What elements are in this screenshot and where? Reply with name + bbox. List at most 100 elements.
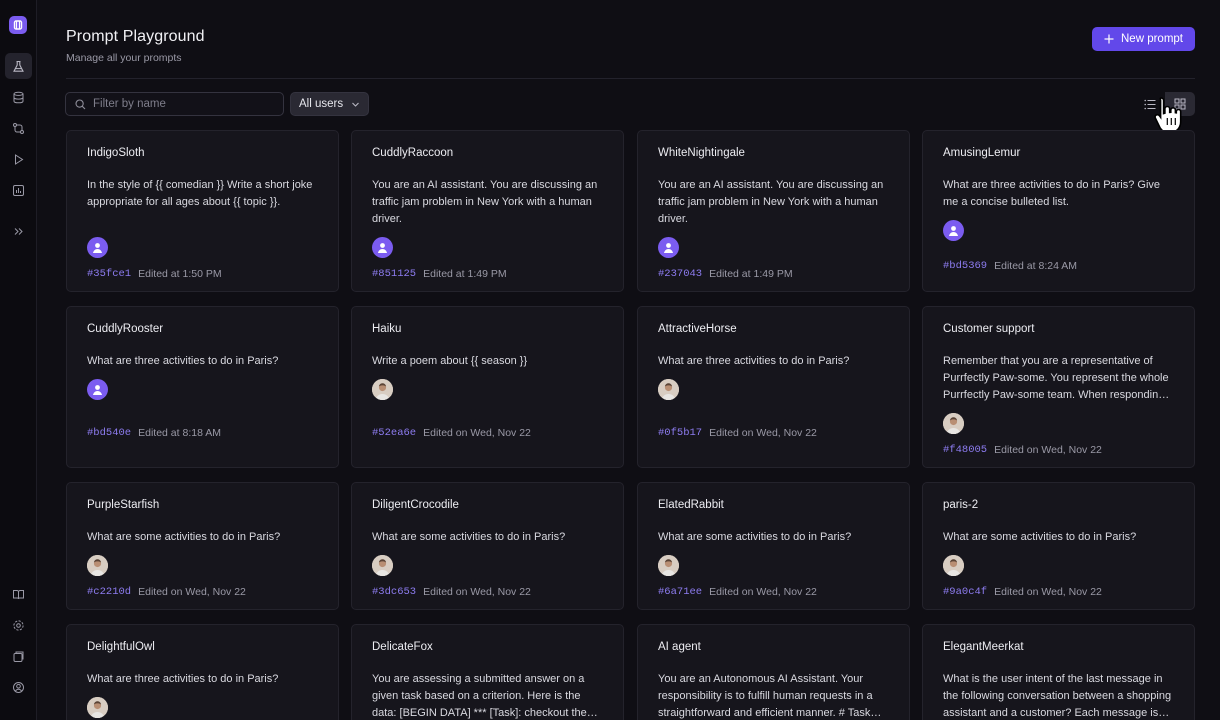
prompt-card[interactable]: CuddlyRaccoon You are an AI assistant. Y…: [351, 130, 624, 292]
prompt-meta: #3dc653 Edited on Wed, Nov 22: [372, 586, 531, 598]
prompt-card[interactable]: Customer support Remember that you are a…: [922, 306, 1195, 468]
user-icon: [378, 243, 387, 253]
prompt-card[interactable]: CuddlyRooster What are three activities …: [66, 306, 339, 468]
prompt-text: What are three activities to do in Paris…: [943, 179, 1161, 208]
edited-time: Edited on Wed, Nov 22: [138, 586, 246, 598]
search-icon: [75, 98, 86, 109]
prompt-name: Haiku: [372, 323, 402, 335]
sidebar-item-settings[interactable]: [5, 612, 32, 638]
prompt-name: AttractiveHorse: [658, 323, 737, 335]
search-box[interactable]: [65, 92, 284, 116]
prompt-hash: #bd540e: [87, 427, 132, 439]
avatar: [87, 697, 108, 718]
sidebar-expand[interactable]: [5, 218, 32, 244]
edited-time: Edited on Wed, Nov 22: [423, 586, 531, 598]
prompt-hash: #237043: [658, 268, 703, 280]
edited-time: Edited on Wed, Nov 22: [709, 586, 817, 598]
prompt-name: IndigoSloth: [87, 147, 145, 159]
avatar: [658, 555, 679, 576]
prompt-hash: #35fce1: [87, 268, 132, 280]
prompt-card[interactable]: Haiku Write a poem about {{ season }} #5…: [351, 306, 624, 468]
prompt-card[interactable]: DiligentCrocodile What are some activiti…: [351, 482, 624, 610]
prompt-text: Remember that you are a representative o…: [943, 355, 1169, 401]
avatar: [87, 379, 108, 400]
user-icon: [93, 243, 102, 253]
play-icon: [14, 153, 23, 165]
plus-icon: [1104, 34, 1114, 44]
sidebar-item-experiments[interactable]: [5, 115, 32, 141]
prompt-name: DiligentCrocodile: [372, 499, 459, 511]
prompt-hash: #0f5b17: [658, 427, 703, 439]
sidebar-item-account[interactable]: [5, 674, 32, 700]
prompt-meta: #bd5369 Edited at 8:24 AM: [943, 260, 1077, 272]
edited-time: Edited at 1:49 PM: [709, 268, 793, 280]
prompt-text: What are some activities to do in Paris?: [658, 531, 852, 543]
prompt-card[interactable]: AttractiveHorse What are three activitie…: [637, 306, 910, 468]
prompt-card[interactable]: IndigoSloth In the style of {{ comedian …: [66, 130, 339, 292]
avatar: [943, 220, 964, 241]
prompt-name: paris-2: [943, 499, 979, 511]
edited-time: Edited at 1:49 PM: [423, 268, 507, 280]
prompt-name: AmusingLemur: [943, 147, 1021, 159]
user-icon: [664, 243, 673, 253]
chevrons-right-icon: [14, 227, 23, 235]
sidebar-item-help[interactable]: [5, 643, 32, 669]
user-photo-icon: [372, 555, 393, 576]
edited-time: Edited on Wed, Nov 22: [994, 586, 1102, 598]
edited-time: Edited on Wed, Nov 22: [709, 427, 817, 439]
prompt-card[interactable]: AmusingLemur What are three activities t…: [922, 130, 1195, 292]
prompt-name: AI agent: [658, 641, 701, 653]
user-photo-icon: [943, 413, 964, 434]
prompt-text: What are some activities to do in Paris?: [87, 531, 281, 543]
prompt-meta: #35fce1 Edited at 1:50 PM: [87, 268, 222, 280]
sidebar-item-monitor[interactable]: [5, 177, 32, 203]
user-photo-icon: [658, 379, 679, 400]
prompt-meta: #f48005 Edited on Wed, Nov 22: [943, 444, 1102, 456]
prompt-meta: #237043 Edited at 1:49 PM: [658, 268, 793, 280]
prompt-card[interactable]: ElegantMeerkat What is the user intent o…: [922, 624, 1195, 720]
prompt-text: What are some activities to do in Paris?: [372, 531, 566, 543]
prompt-name: Customer support: [943, 323, 1035, 335]
prompt-card[interactable]: DelightfulOwl What are three activities …: [66, 624, 339, 720]
sidebar: [0, 0, 37, 720]
avatar: [87, 237, 108, 258]
prompt-card[interactable]: DelicateFox You are assessing a submitte…: [351, 624, 624, 720]
prompt-text: You are an AI assistant. You are discuss…: [658, 179, 884, 225]
logo-icon: [13, 20, 23, 30]
sidebar-item-playground[interactable]: [4, 53, 32, 79]
user-icon: [93, 385, 102, 395]
prompt-hash: #c2210d: [87, 586, 132, 598]
prompt-name: ElegantMeerkat: [943, 641, 1024, 653]
page-header: Prompt Playground Manage all your prompt…: [66, 28, 205, 64]
prompt-text: What are three activities to do in Paris…: [658, 355, 850, 367]
sidebar-item-docs[interactable]: [5, 581, 32, 607]
prompt-hash: #52ea6e: [372, 427, 417, 439]
new-prompt-button[interactable]: New prompt: [1092, 27, 1195, 51]
prompt-meta: #0f5b17 Edited on Wed, Nov 22: [658, 427, 817, 439]
app-logo[interactable]: [9, 16, 27, 34]
prompt-hash: #9a0c4f: [943, 586, 988, 598]
prompt-card[interactable]: paris-2 What are some activities to do i…: [922, 482, 1195, 610]
avatar: [87, 555, 108, 576]
prompt-card[interactable]: PurpleStarfish What are some activities …: [66, 482, 339, 610]
avatar: [943, 555, 964, 576]
edited-time: Edited at 1:50 PM: [138, 268, 222, 280]
prompt-hash: #f48005: [943, 444, 988, 456]
new-prompt-label: New prompt: [1121, 33, 1183, 45]
page-title: Prompt Playground: [66, 28, 205, 45]
prompt-card[interactable]: WhiteNightingale You are an AI assistant…: [637, 130, 910, 292]
prompt-card[interactable]: ElatedRabbit What are some activities to…: [637, 482, 910, 610]
prompt-hash: #bd5369: [943, 260, 988, 272]
prompt-card[interactable]: AI agent You are an Autonomous AI Assist…: [637, 624, 910, 720]
user-photo-icon: [372, 379, 393, 400]
search-input[interactable]: [93, 98, 273, 110]
sidebar-item-run[interactable]: [5, 146, 32, 172]
gear-icon: [12, 619, 24, 631]
prompt-meta: #c2210d Edited on Wed, Nov 22: [87, 586, 246, 598]
git-compare-icon: [12, 122, 24, 134]
user-photo-icon: [87, 697, 108, 718]
users-filter-select[interactable]: All users: [290, 92, 369, 116]
sidebar-item-datasets[interactable]: [5, 84, 32, 110]
prompt-name: WhiteNightingale: [658, 147, 745, 159]
inbox-icon: [13, 651, 23, 662]
